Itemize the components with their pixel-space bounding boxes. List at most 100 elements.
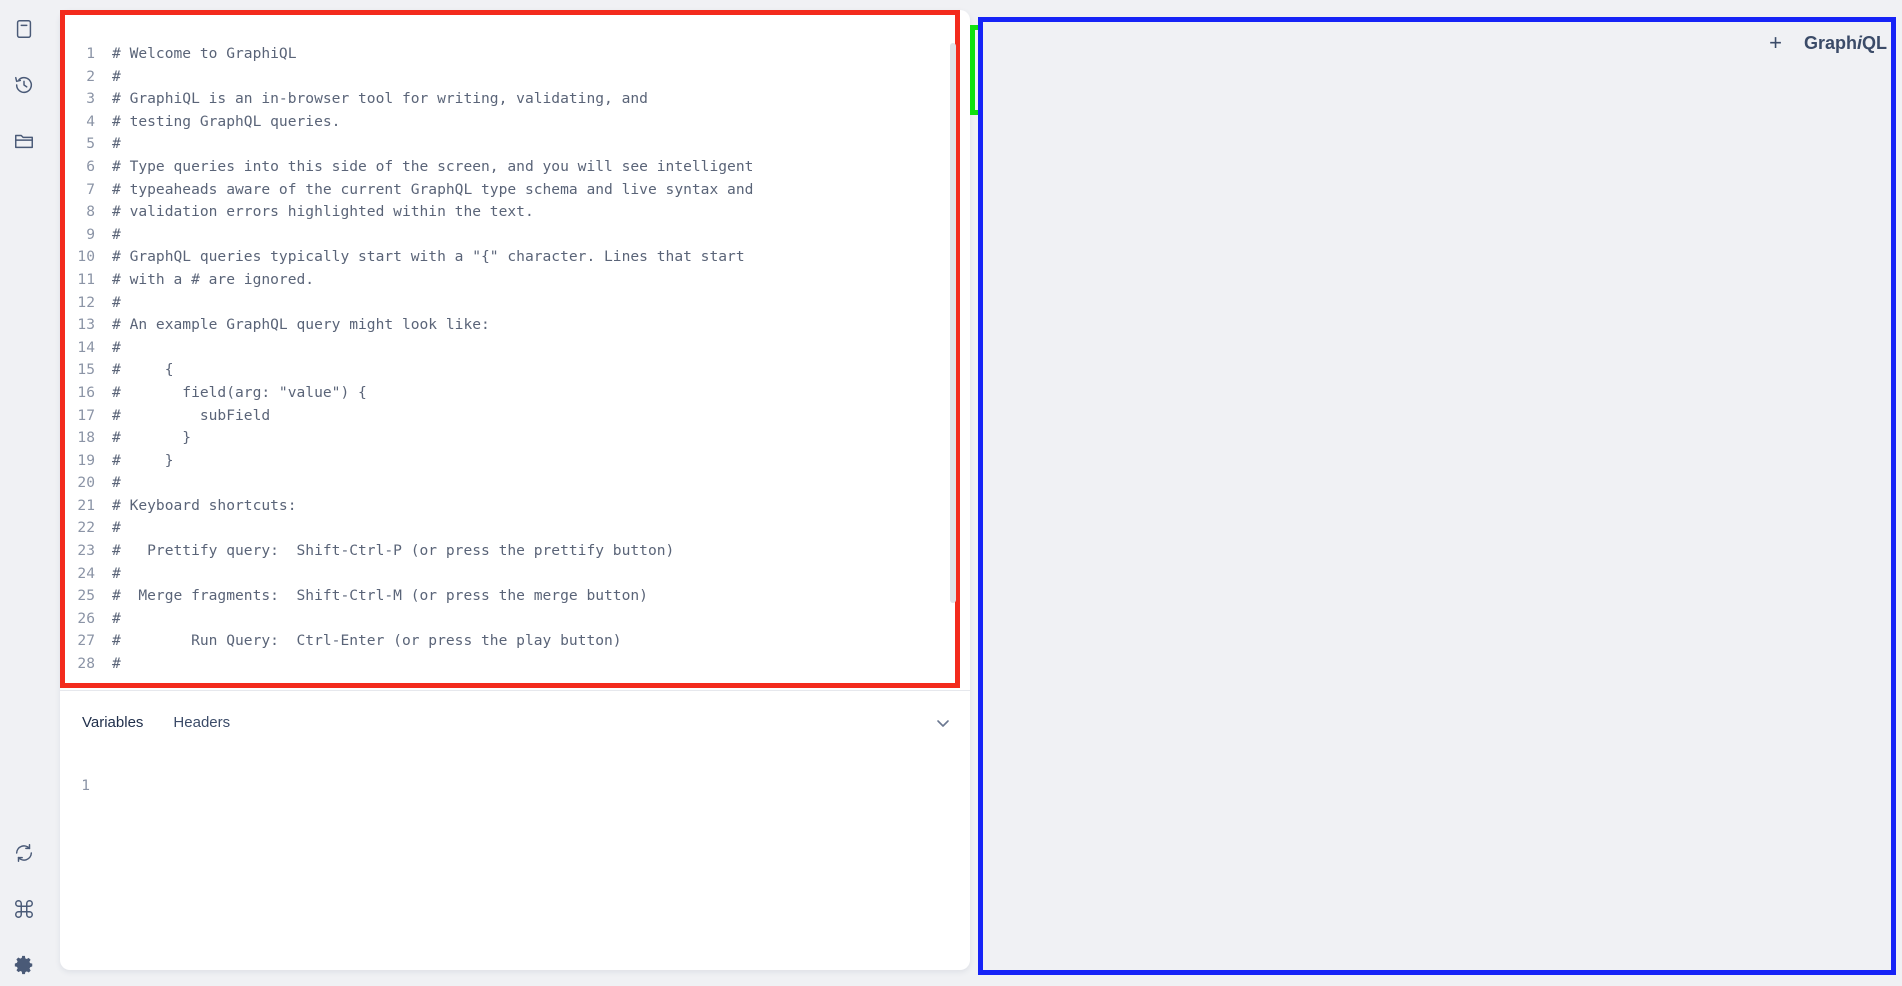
variables-editor[interactable]: 1	[60, 775, 940, 798]
line-text: # validation errors highlighted within t…	[112, 203, 534, 221]
line-number: 26	[77, 609, 95, 627]
editor-divider	[60, 690, 970, 691]
line-text: # GraphQL queries typically start with a…	[112, 248, 745, 266]
line-text: #	[112, 338, 121, 356]
session-panel: 1 # Welcome to GraphiQL 2 #3 # GraphiQL is a…	[60, 10, 1020, 970]
code-line[interactable]: 9 #	[65, 224, 955, 247]
line-number: 13	[77, 316, 95, 334]
graphiql-logo: GraphiQL	[1803, 32, 1887, 53]
line-number: 23	[77, 542, 95, 560]
code-line[interactable]: 20 #	[65, 472, 955, 495]
query-code[interactable]: 1 # Welcome to GraphiQL 2 #3 # GraphiQL is a…	[65, 43, 955, 676]
refetch-schema-icon[interactable]	[9, 838, 39, 868]
plugin-sidebar	[0, 0, 50, 986]
code-line[interactable]: 16 # field(arg: "value") {	[65, 382, 955, 405]
code-line[interactable]: 27 # Run Query: Ctrl-Enter (or press the …	[65, 630, 955, 653]
code-line[interactable]: 12 #	[65, 292, 955, 315]
line-text: # with a # are ignored.	[112, 270, 315, 288]
code-line[interactable]: 24 #	[65, 563, 955, 586]
line-text: # testing GraphQL queries.	[112, 112, 341, 130]
line-number: 1	[81, 777, 90, 794]
line-text: #	[112, 225, 121, 243]
line-number: 9	[86, 225, 95, 243]
line-number: 25	[77, 587, 95, 605]
line-number: 28	[77, 655, 95, 673]
settings-icon[interactable]	[9, 950, 39, 980]
line-number: 1	[86, 45, 95, 62]
line-number: 21	[77, 496, 95, 514]
code-line[interactable]: 4 # testing GraphQL queries.	[65, 111, 955, 134]
line-text: #	[112, 519, 121, 537]
line-text: # }	[112, 451, 174, 469]
tab-headers[interactable]: Headers	[173, 714, 230, 731]
code-line[interactable]: 2 #	[65, 66, 955, 89]
line-text: #	[112, 135, 121, 153]
code-line[interactable]: 22 #	[65, 517, 955, 540]
line-text: # Type queries into this side of the scr…	[112, 157, 754, 175]
keyboard-shortcuts-icon[interactable]	[9, 894, 39, 924]
code-line[interactable]: 6 # Type queries into this side of the sc…	[65, 156, 955, 179]
code-line[interactable]: 26 #	[65, 608, 955, 631]
line-number: 19	[77, 451, 95, 469]
code-line[interactable]: 11 # with a # are ignored.	[65, 269, 955, 292]
code-line[interactable]: 5 #	[65, 133, 955, 156]
line-text: #	[112, 655, 121, 673]
add-tab-button[interactable]: +	[1769, 32, 1782, 54]
line-number: 16	[77, 383, 95, 401]
code-line[interactable]: 17 # subField	[65, 405, 955, 428]
line-text: # Run Query: Ctrl-Enter (or press the pl…	[112, 632, 622, 650]
code-line[interactable]: 25 # Merge fragments: Shift-Ctrl-M (or pr…	[65, 585, 955, 608]
code-line[interactable]: 3 # GraphiQL is an in-browser tool for wr…	[65, 88, 955, 111]
code-line[interactable]: 15 # {	[65, 359, 955, 382]
chevron-down-icon[interactable]	[934, 714, 952, 732]
line-text: #	[112, 474, 121, 492]
line-number: 12	[77, 293, 95, 311]
line-number: 7	[86, 180, 95, 198]
code-line[interactable]: 19 # }	[65, 450, 955, 473]
editor-scrollbar[interactable]	[950, 43, 956, 603]
line-text: # GraphiQL is an in-browser tool for wri…	[112, 90, 648, 108]
line-number: 15	[77, 361, 95, 379]
line-text: # An example GraphQL query might look li…	[112, 316, 490, 334]
line-number: 20	[77, 474, 95, 492]
code-line[interactable]: 10 # GraphQL queries typically start with…	[65, 246, 955, 269]
line-text: #	[112, 293, 121, 311]
line-text: # Welcome to GraphiQL	[112, 45, 297, 62]
code-line[interactable]: 18 # }	[65, 427, 955, 450]
line-number: 4	[86, 112, 95, 130]
editor-tools-tabs: Variables Headers	[82, 710, 230, 734]
documentation-icon[interactable]	[9, 14, 39, 44]
line-text: # typeaheads aware of the current GraphQ…	[112, 180, 754, 198]
code-line[interactable]: 28 #	[65, 653, 955, 676]
query-editor[interactable]: 1 # Welcome to GraphiQL 2 #3 # GraphiQL is a…	[60, 10, 960, 688]
line-number: 5	[86, 135, 95, 153]
line-text: #	[112, 67, 121, 85]
history-icon[interactable]	[9, 70, 39, 100]
line-text: # Prettify query: Shift-Ctrl-P (or press…	[112, 542, 675, 560]
line-text: # subField	[112, 406, 271, 424]
line-text: #	[112, 564, 121, 582]
line-text: # }	[112, 429, 192, 447]
code-line[interactable]: 7 # typeaheads aware of the current Graph…	[65, 179, 955, 202]
tab-variables[interactable]: Variables	[82, 714, 143, 731]
code-line[interactable]: 21 # Keyboard shortcuts:	[65, 495, 955, 518]
code-line[interactable]: 1	[60, 775, 940, 798]
line-number: 14	[77, 338, 95, 356]
line-text: #	[112, 609, 121, 627]
line-text: # field(arg: "value") {	[112, 383, 367, 401]
line-number: 3	[86, 90, 95, 108]
line-number: 2	[86, 67, 95, 85]
line-number: 22	[77, 519, 95, 537]
code-line[interactable]: 1 # Welcome to GraphiQL	[65, 43, 955, 66]
response-panel: + GraphiQL	[978, 17, 1896, 975]
line-number: 27	[77, 632, 95, 650]
code-line[interactable]: 23 # Prettify query: Shift-Ctrl-P (or pre…	[65, 540, 955, 563]
response-header: + GraphiQL	[1769, 32, 1887, 54]
line-number: 24	[77, 564, 95, 582]
collections-icon[interactable]	[9, 126, 39, 156]
code-line[interactable]: 14 #	[65, 337, 955, 360]
line-number: 6	[86, 157, 95, 175]
line-text: # Merge fragments: Shift-Ctrl-M (or pres…	[112, 587, 648, 605]
code-line[interactable]: 13 # An example GraphQL query might look …	[65, 314, 955, 337]
code-line[interactable]: 8 # validation errors highlighted within …	[65, 201, 955, 224]
